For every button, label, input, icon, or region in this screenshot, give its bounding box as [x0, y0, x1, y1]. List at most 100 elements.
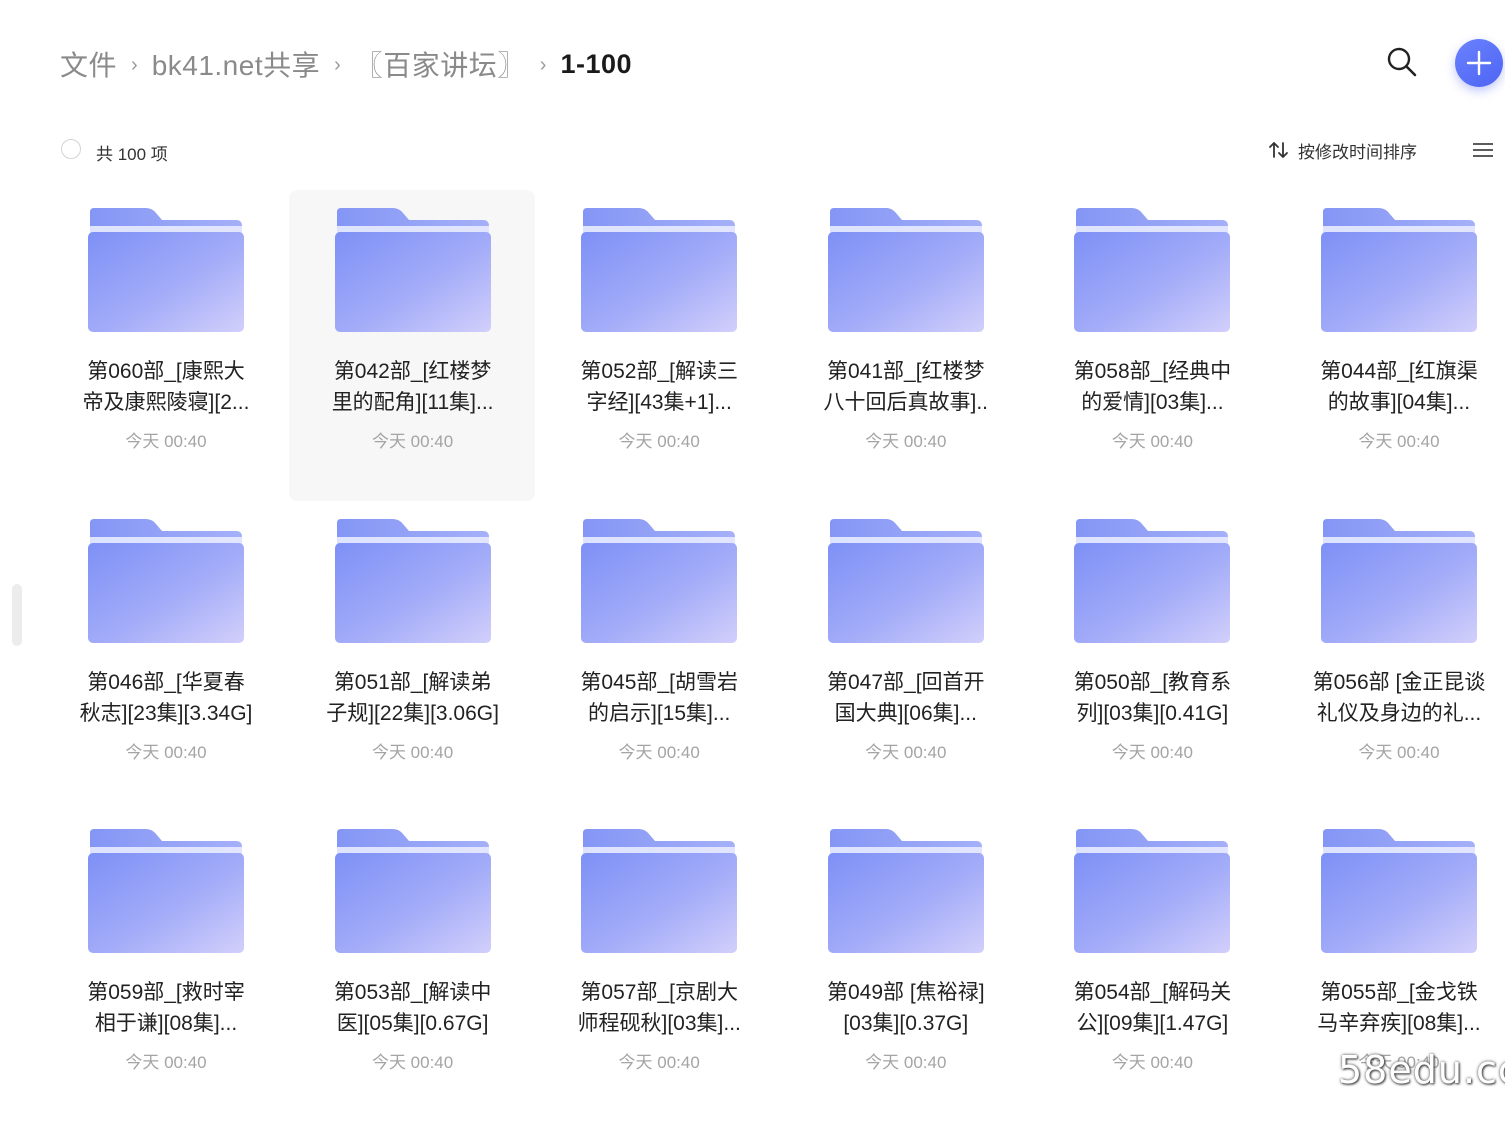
select-all-checkbox[interactable]	[61, 139, 81, 159]
folder-icon	[1074, 518, 1231, 643]
folder-item[interactable]: 第049部 [焦裕禄] [03集][0.37G] 今天 00:40	[782, 811, 1029, 1122]
folder-icon	[1074, 208, 1231, 332]
folder-item[interactable]: 第060部_[康熙大 帝及康熙陵寝][2... 今天 00:40	[42, 190, 289, 501]
folder-name: 第045部_[胡雪岩 的启示][15集]...	[559, 667, 759, 729]
folder-name: 第052部_[解读三 字经][43集+1]...	[559, 356, 759, 418]
folder-name-line1: 第051部_[解读弟	[333, 670, 492, 694]
list-view-icon	[1473, 143, 1493, 157]
folder-name: 第042部_[红楼梦 里的配角][11集]...	[313, 356, 513, 418]
search-icon	[1387, 47, 1417, 77]
folder-item[interactable]: 第054部_[解码关 公][09集][1.47G] 今天 00:40	[1028, 811, 1275, 1122]
folder-item[interactable]: 第056部 [金正昆谈 礼仪及身边的礼... 今天 00:40	[1275, 501, 1505, 812]
folder-icon	[88, 518, 244, 643]
folder-icon	[1320, 829, 1477, 953]
folder-name: 第053部_[解读中 医][05集][0.67G]	[313, 977, 513, 1039]
folder-item[interactable]: 第047部_[回首开 国大典][06集]... 今天 00:40	[782, 501, 1029, 812]
folder-grid: 第060部_[康熙大 帝及康熙陵寝][2... 今天 00:40 第042部_[…	[42, 190, 1505, 1122]
folder-name: 第057部_[京剧大 师程砚秋][03集]...	[559, 977, 759, 1039]
folder-name: 第047部_[回首开 国大典][06集]...	[806, 667, 1006, 729]
breadcrumb: 文件 › bk41.net共享 › 〖百家讲坛〗 › 1-100	[60, 40, 632, 88]
folder-icon	[827, 518, 984, 643]
sort-arrows-icon	[1269, 142, 1288, 158]
folder-name-line2: 秋志][23集][3.34G]	[79, 701, 253, 725]
folder-name-line2: 医][05集][0.67G]	[336, 1012, 489, 1035]
folder-name-line1: 第059部_[救时宰	[87, 981, 245, 1004]
folder-name-line2: 列][03集][0.41G]	[1076, 701, 1229, 725]
breadcrumb-item-baijia[interactable]: 〖百家讲坛〗	[355, 44, 526, 84]
folder-name-line2: 的启示][15集]...	[588, 701, 731, 725]
breadcrumb-separator-icon: ›	[539, 53, 547, 76]
folder-modified-time: 今天 00:40	[371, 742, 454, 762]
folder-name: 第055部_[金戈铁 马辛弃疾][08集]...	[1299, 977, 1499, 1039]
folder-name-line1: 第053部_[解读中	[333, 981, 492, 1004]
folder-name-line1: 第056部 [金正昆谈	[1312, 670, 1486, 694]
breadcrumb-item-current: 1-100	[560, 48, 633, 79]
folder-item[interactable]: 第059部_[救时宰 相于谦][08集]... 今天 00:40	[42, 811, 289, 1122]
folder-item[interactable]: 第053部_[解读中 医][05集][0.67G] 今天 00:40	[289, 811, 536, 1122]
folder-name-line2: 礼仪及身边的礼...	[1316, 701, 1482, 725]
folder-name-line2: 师程砚秋][03集]...	[577, 1012, 741, 1035]
folder-name-line2: 字经][43集+1]...	[586, 391, 732, 414]
folder-icon	[1074, 829, 1231, 953]
folder-icon	[1320, 208, 1477, 332]
folder-name-line1: 第045部_[胡雪岩	[580, 670, 738, 694]
folder-icon	[581, 518, 738, 643]
folder-modified-time: 今天 00:40	[125, 1053, 207, 1072]
folder-name: 第049部 [焦裕禄] [03集][0.37G]	[806, 977, 1006, 1039]
folder-name: 第044部_[红旗渠 的故事][04集]...	[1299, 356, 1499, 418]
item-count: 共 100 项	[96, 145, 168, 164]
folder-item[interactable]: 第045部_[胡雪岩 的启示][15集]... 今天 00:40	[535, 501, 782, 812]
folder-item[interactable]: 第052部_[解读三 字经][43集+1]... 今天 00:40	[535, 190, 782, 501]
folder-modified-time: 今天 00:40	[618, 742, 700, 762]
view-menu-button[interactable]	[1471, 140, 1495, 160]
breadcrumb-item-files[interactable]: 文件	[60, 44, 117, 84]
folder-item[interactable]: 第044部_[红旗渠 的故事][04集]... 今天 00:40	[1275, 190, 1505, 501]
folder-name-line1: 第054部_[解码关	[1073, 981, 1232, 1004]
folder-modified-time: 今天 00:40	[865, 432, 947, 451]
watermark: 58edu.cc	[1338, 1048, 1505, 1092]
folder-name-line2: 马辛弃疾][08集]...	[1317, 1012, 1481, 1035]
folder-modified-time: 今天 00:40	[618, 1053, 700, 1072]
breadcrumb-item-shared[interactable]: bk41.net共享	[152, 44, 320, 84]
folder-name: 第050部_[教育系 列][03集][0.41G]	[1052, 667, 1252, 729]
folder-name: 第046部_[华夏春 秋志][23集][3.34G]	[66, 667, 266, 729]
folder-modified-time: 今天 00:40	[371, 432, 454, 451]
folder-name-line1: 第060部_[康熙大	[87, 360, 245, 383]
folder-modified-time: 今天 00:40	[1111, 742, 1193, 762]
folder-icon	[88, 829, 244, 953]
folder-icon	[827, 829, 984, 953]
folder-name-line2: 里的配角][11集]...	[331, 391, 494, 414]
sort-button[interactable]: 按修改时间排序	[1268, 139, 1417, 162]
folder-name-line2: 帝及康熙陵寝][2...	[82, 391, 250, 414]
folder-name-line2: 的故事][04集]...	[1327, 391, 1471, 414]
search-button[interactable]	[1384, 44, 1420, 80]
folder-name-line1: 第057部_[京剧大	[580, 981, 738, 1004]
scrollbar-handle[interactable]	[12, 584, 22, 646]
folder-item[interactable]: 第057部_[京剧大 师程砚秋][03集]... 今天 00:40	[535, 811, 782, 1122]
plus-icon	[1466, 50, 1492, 76]
folder-name-line1: 第050部_[教育系	[1073, 670, 1232, 694]
folder-icon	[1320, 518, 1477, 643]
folder-item[interactable]: 第046部_[华夏春 秋志][23集][3.34G] 今天 00:40	[42, 501, 289, 812]
folder-item[interactable]: 第042部_[红楼梦 里的配角][11集]... 今天 00:40	[288, 190, 536, 501]
folder-item[interactable]: 第058部_[经典中 的爱情][03集]... 今天 00:40	[1028, 190, 1275, 501]
folder-name-line1: 第041部_[红楼梦	[827, 360, 985, 383]
folder-name-line2: 国大典][06集]...	[834, 701, 977, 725]
folder-name-line1: 第046部_[华夏春	[87, 670, 245, 694]
folder-name: 第059部_[救时宰 相于谦][08集]...	[66, 977, 266, 1039]
folder-name: 第041部_[红楼梦 八十回后真故事]..	[806, 356, 1006, 418]
folder-modified-time: 今天 00:40	[618, 432, 700, 451]
add-button[interactable]	[1455, 39, 1503, 87]
folder-modified-time: 今天 00:40	[1111, 432, 1193, 451]
folder-name-line1: 第058部_[经典中	[1073, 360, 1232, 383]
folder-name-line2: 的爱情][03集]...	[1081, 391, 1224, 414]
folder-item[interactable]: 第050部_[教育系 列][03集][0.41G] 今天 00:40	[1028, 501, 1275, 812]
folder-item[interactable]: 第041部_[红楼梦 八十回后真故事].. 今天 00:40	[782, 190, 1029, 501]
folder-name-line2: 子规][22集][3.06G]	[326, 701, 499, 725]
folder-name-line2: 八十回后真故事]..	[823, 391, 989, 414]
folder-name-line2: 公][09集][1.47G]	[1076, 1012, 1229, 1035]
folder-icon	[88, 208, 244, 332]
folder-item[interactable]: 第051部_[解读弟 子规][22集][3.06G] 今天 00:40	[289, 501, 536, 812]
folder-icon	[334, 829, 491, 953]
folder-name-line1: 第055部_[金戈铁	[1320, 981, 1478, 1004]
